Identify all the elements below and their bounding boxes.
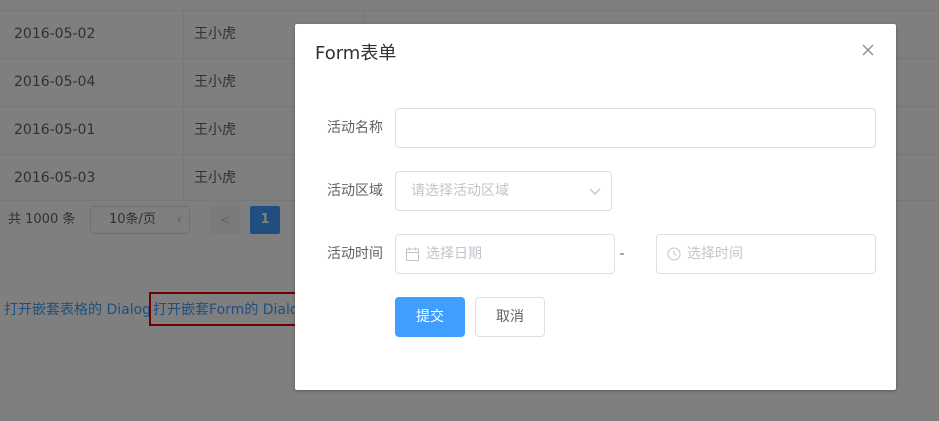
cancel-button[interactable]: 取消 xyxy=(475,297,545,337)
date-placeholder: 选择日期 xyxy=(426,246,482,262)
calendar-icon xyxy=(406,247,419,261)
dialog-title: Form表单 xyxy=(315,43,397,64)
close-icon[interactable] xyxy=(860,42,876,58)
chevron-down-icon xyxy=(589,188,601,195)
time-placeholder: 选择时间 xyxy=(687,246,743,262)
date-picker-input[interactable]: 选择日期 xyxy=(395,234,615,274)
activity-time-label: 活动时间 xyxy=(327,246,383,262)
region-placeholder: 请选择活动区域 xyxy=(411,183,509,199)
activity-name-label: 活动名称 xyxy=(327,120,383,136)
activity-region-select[interactable]: 请选择活动区域 xyxy=(395,171,612,211)
activity-region-label: 活动区域 xyxy=(327,183,383,199)
time-picker-input[interactable]: 选择时间 xyxy=(656,234,876,274)
form-dialog: Form表单 活动名称 活动区域 请选择活动区域 活动时间 选择日期 - 选择时 xyxy=(295,24,896,390)
range-separator: - xyxy=(619,246,625,262)
submit-button[interactable]: 提交 xyxy=(395,297,465,337)
clock-icon xyxy=(667,247,681,261)
activity-name-input[interactable] xyxy=(395,108,876,148)
